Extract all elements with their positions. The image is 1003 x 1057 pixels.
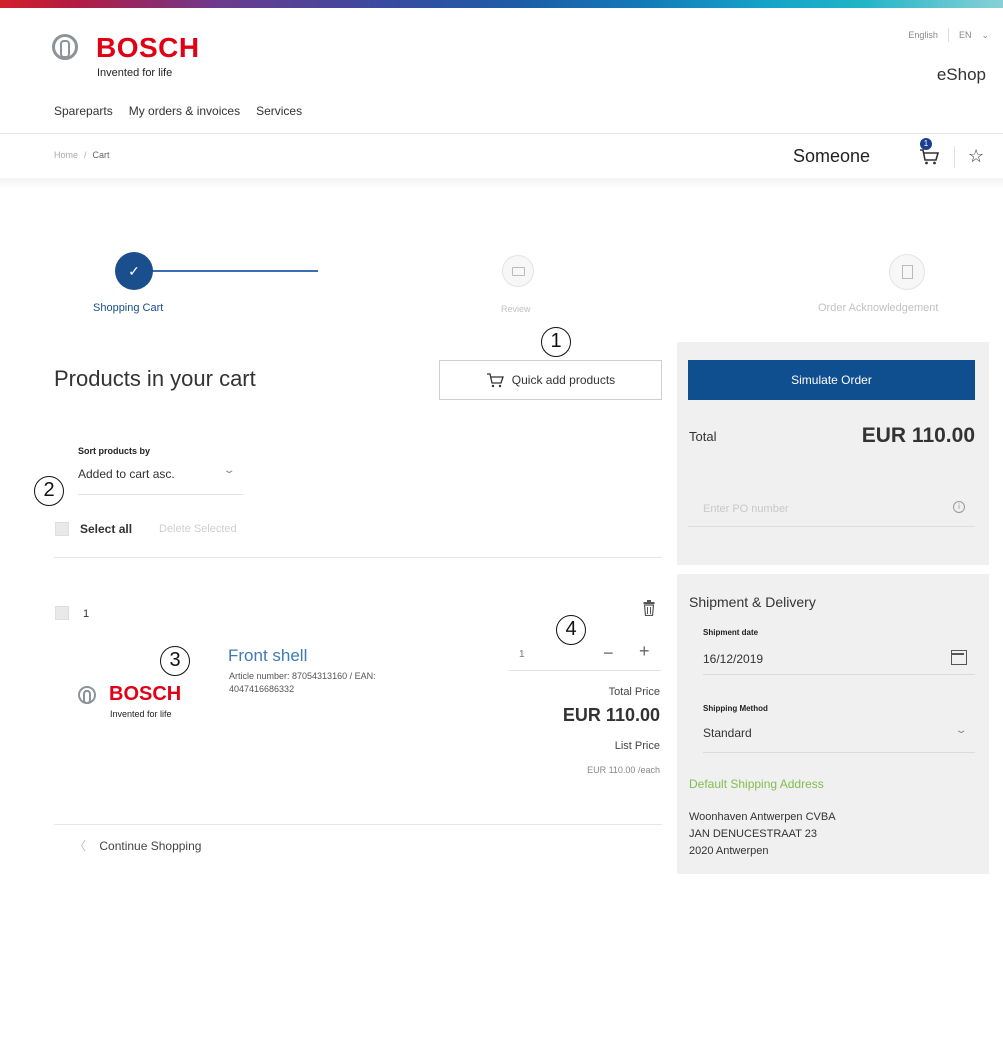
brand-gradient-bar — [0, 0, 1003, 8]
step-label-shopping-cart: Shopping Cart — [93, 302, 164, 314]
bosch-armature-icon — [78, 686, 96, 704]
quick-add-label: Quick add products — [511, 373, 616, 387]
shipping-method-value: Standard — [703, 726, 752, 740]
logo-tagline: Invented for life — [97, 67, 173, 79]
address-line-3: 2020 Antwerpen — [689, 845, 769, 857]
bosch-armature-icon — [52, 34, 78, 60]
step-review-indicator — [502, 255, 534, 287]
list-price-value: EUR 110.00 /each — [587, 765, 660, 775]
star-icon[interactable]: ☆ — [968, 146, 984, 167]
calendar-icon[interactable] — [951, 650, 967, 665]
shop-name: eShop — [936, 65, 986, 84]
main-navigation: Spareparts My orders & invoices Services — [54, 104, 302, 118]
logo-wordmark: BOSCH — [96, 32, 200, 63]
po-number-placeholder: Enter PO number — [703, 503, 789, 515]
footer-divider — [54, 824, 662, 825]
total-price-value: EUR 110.00 — [562, 705, 660, 725]
chevron-left-icon: 〈 — [74, 839, 87, 853]
document-icon — [902, 265, 913, 279]
list-divider — [54, 557, 662, 558]
page-title: Products in your cart — [54, 366, 256, 391]
continue-shopping-label: Continue Shopping — [99, 839, 202, 853]
select-all-label[interactable]: Select all — [80, 522, 132, 536]
chevron-down-icon: ⌄ — [954, 725, 968, 736]
total-price-label: Total Price — [608, 686, 660, 698]
quick-add-cart-icon — [486, 373, 504, 388]
sort-value: Added to cart asc. — [78, 467, 175, 481]
order-total-label: Total — [689, 429, 717, 444]
nav-item-orders-invoices[interactable]: My orders & invoices — [129, 104, 240, 118]
product-image[interactable]: BOSCH Invented for life — [78, 683, 208, 723]
decrease-quantity-button[interactable]: − — [603, 643, 614, 664]
order-total-value: EUR 110.00 — [861, 424, 975, 447]
callout-4: 4 — [556, 615, 586, 645]
breadcrumb-current: Cart — [92, 150, 110, 160]
info-icon[interactable]: i — [953, 501, 965, 513]
default-address-title[interactable]: Default Shipping Address — [689, 777, 824, 791]
language-divider — [947, 28, 949, 42]
quantity-input[interactable]: 1 — [519, 649, 525, 660]
quantity-stepper[interactable]: 1 − + — [509, 641, 661, 671]
increase-quantity-button[interactable]: + — [639, 641, 650, 662]
breadcrumb: Home / Cart — [54, 150, 110, 160]
step-shopping-cart-indicator: ✓ — [115, 252, 153, 290]
nav-item-spareparts[interactable]: Spareparts — [54, 104, 113, 118]
sort-select[interactable]: Added to cart asc. ⌄ — [78, 465, 243, 495]
shipment-date-label: Shipment date — [703, 628, 759, 637]
language-label[interactable]: English — [908, 30, 938, 40]
user-name[interactable]: Someone — [793, 146, 870, 167]
product-brand: BOSCH — [109, 683, 182, 705]
item-checkbox[interactable] — [55, 606, 69, 620]
address-line-2: JAN DENUCESTRAAT 23 — [689, 828, 817, 840]
list-price-amount: EUR 110.00 — [587, 765, 636, 775]
callout-2: 2 — [34, 476, 64, 506]
select-all-checkbox[interactable] — [55, 522, 69, 536]
shipment-date-value: 16/12/2019 — [703, 652, 764, 666]
breadcrumb-home[interactable]: Home — [54, 150, 78, 160]
breadcrumb-separator: / — [84, 150, 87, 160]
product-brand-tagline: Invented for life — [110, 709, 172, 719]
simulate-order-button[interactable]: Simulate Order — [688, 360, 975, 400]
trash-icon[interactable] — [643, 600, 655, 616]
product-article-number: Article number: 87054313160 / EAN: 40474… — [229, 671, 376, 694]
cart-count-badge: 1 — [920, 138, 932, 150]
po-number-field[interactable]: Enter PO number i — [688, 493, 975, 527]
callout-1: 1 — [541, 327, 571, 357]
language-code[interactable]: EN — [959, 30, 972, 40]
delete-selected-button[interactable]: Delete Selected — [159, 523, 237, 535]
stepper-progress-line — [150, 270, 318, 272]
chevron-down-icon[interactable]: ⌄ — [981, 30, 989, 41]
sort-label: Sort products by — [78, 446, 151, 456]
shipment-date-field[interactable]: 16/12/2019 — [703, 645, 975, 675]
item-index: 1 — [83, 608, 90, 620]
step-label-order-acknowledgement: Order Acknowledgement — [818, 302, 939, 314]
chevron-down-icon: ⌄ — [222, 465, 236, 476]
shipping-method-select[interactable]: Standard ⌄ — [703, 721, 975, 753]
credit-card-icon — [512, 267, 525, 276]
check-icon: ✓ — [128, 263, 140, 279]
shipment-title: Shipment & Delivery — [689, 594, 816, 610]
list-price-unit: /each — [637, 765, 660, 775]
language-selector[interactable]: English EN ⌄ — [908, 28, 989, 42]
list-price-label: List Price — [614, 740, 660, 752]
shipping-address: Woonhaven Antwerpen CVBA JAN DENUCESTRAA… — [689, 809, 836, 860]
continue-shopping-link[interactable]: 〈 Continue Shopping — [74, 837, 201, 854]
quick-add-products-button[interactable]: Quick add products — [439, 360, 662, 400]
header-divider — [0, 133, 1003, 134]
shipping-method-label: Shipping Method — [703, 704, 768, 713]
step-acknowledgement-indicator — [889, 254, 925, 290]
header-icons-divider — [954, 146, 955, 168]
address-line-1: Woonhaven Antwerpen CVBA — [689, 811, 836, 823]
product-name-link[interactable]: Front shell — [228, 646, 307, 666]
step-label-review: Review — [501, 304, 531, 314]
nav-item-services[interactable]: Services — [256, 104, 302, 118]
header-shadow-band — [0, 178, 1003, 190]
callout-3: 3 — [160, 646, 190, 676]
